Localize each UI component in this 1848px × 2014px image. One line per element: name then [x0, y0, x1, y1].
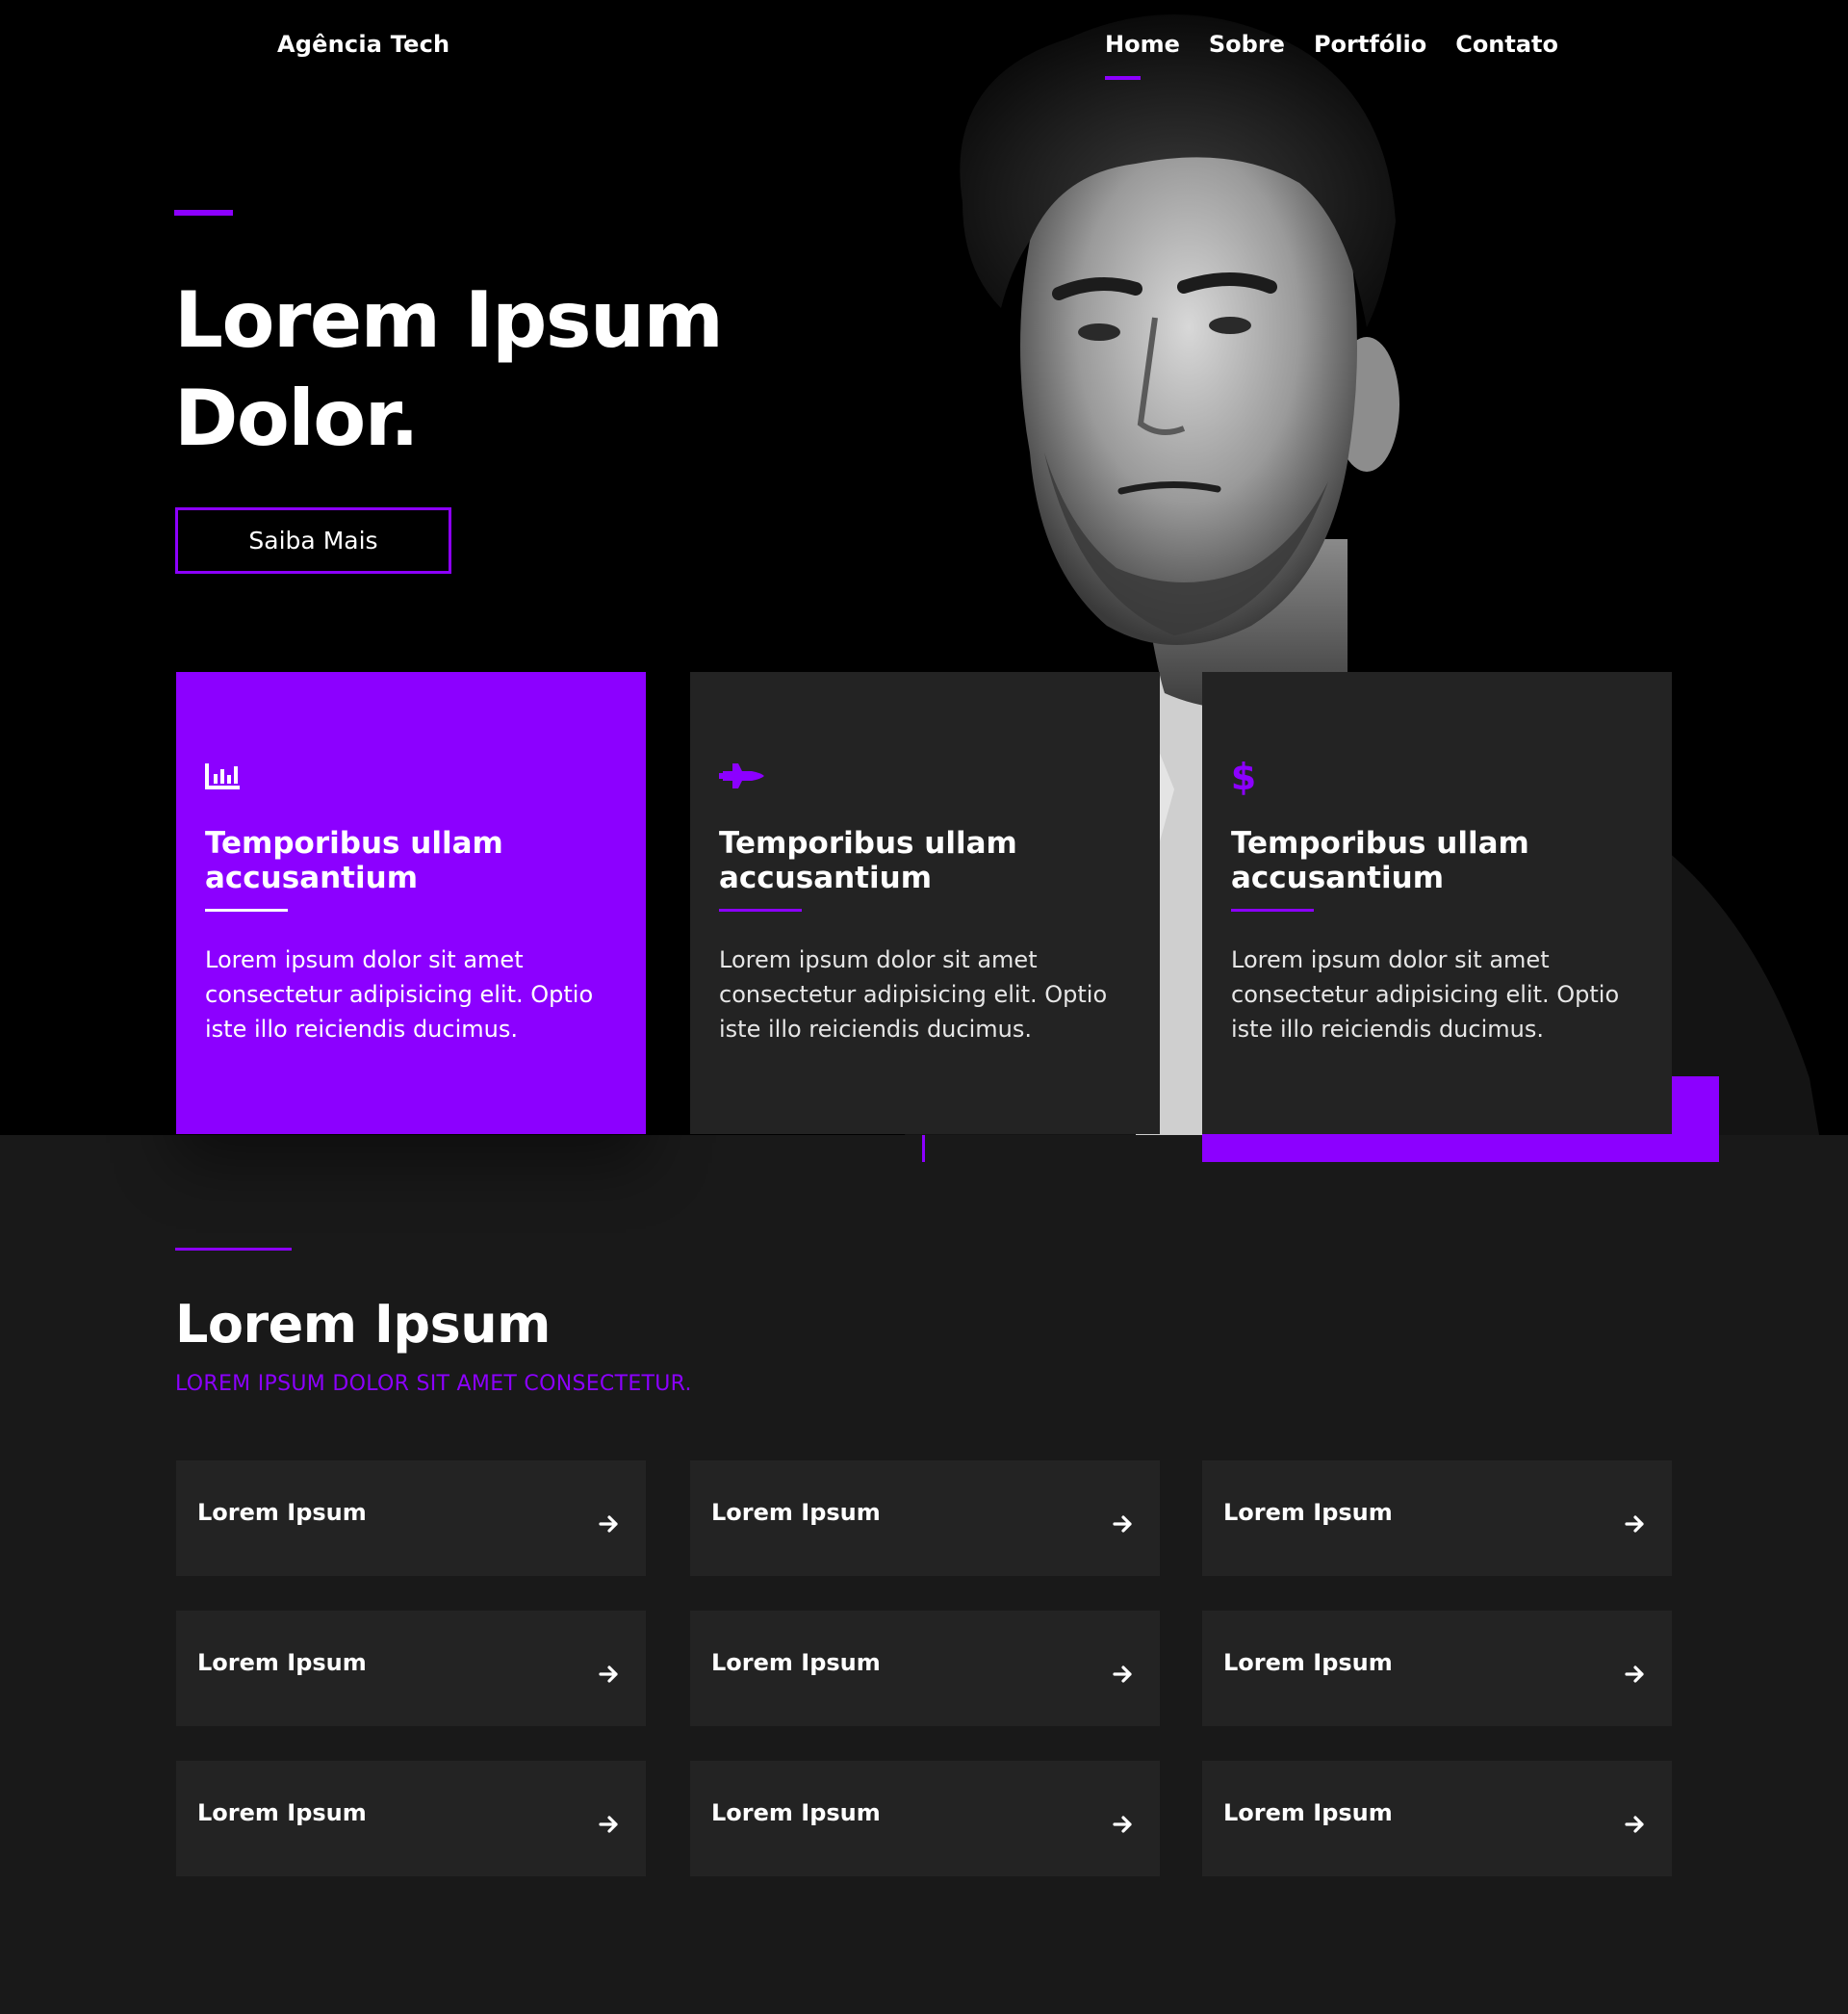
- feature-text: Lorem ipsum dolor sit amet consectetur a…: [719, 946, 1108, 1043]
- arrow-right-icon: [1113, 1816, 1132, 1833]
- link-tile-label: Lorem Ipsum: [711, 1649, 881, 1676]
- nav-home[interactable]: Home: [1105, 31, 1180, 80]
- arrow-right-icon: [599, 1816, 618, 1833]
- section-title: Lorem Ipsum: [175, 1294, 551, 1355]
- link-tile[interactable]: Lorem Ipsum: [690, 1761, 1160, 1876]
- arrow-right-icon: [599, 1665, 618, 1683]
- section-accent-bar: [175, 1248, 292, 1251]
- link-tile-label: Lorem Ipsum: [1223, 1799, 1393, 1826]
- feature-card-3[interactable]: $ Temporibus ullam accusantium Lorem ips…: [1202, 672, 1672, 1134]
- arrow-right-icon: [1625, 1515, 1644, 1533]
- brand-logo[interactable]: Agência Tech: [277, 31, 449, 58]
- decorative-accent-line: [922, 1135, 925, 1162]
- feature-text: Lorem ipsum dolor sit amet consectetur a…: [1231, 946, 1620, 1043]
- link-tile-label: Lorem Ipsum: [1223, 1649, 1393, 1676]
- hero-title: Lorem Ipsum Dolor.: [174, 271, 848, 468]
- link-tile[interactable]: Lorem Ipsum: [176, 1761, 646, 1876]
- link-tile[interactable]: Lorem Ipsum: [176, 1460, 646, 1576]
- feature-card-2[interactable]: Temporibus ullam accusantium Lorem ipsum…: [690, 672, 1160, 1134]
- saiba-mais-button[interactable]: Saiba Mais: [175, 507, 451, 574]
- feature-title-underline: [1231, 909, 1314, 912]
- link-tile-label: Lorem Ipsum: [197, 1799, 367, 1826]
- bar-chart-icon: [205, 757, 617, 795]
- link-tile-label: Lorem Ipsum: [711, 1799, 881, 1826]
- space-shuttle-icon: [719, 757, 1131, 795]
- feature-text: Lorem ipsum dolor sit amet consectetur a…: [205, 946, 594, 1043]
- dollar-icon: $: [1231, 756, 1643, 796]
- feature-title: Temporibus ullam accusantium: [719, 826, 1017, 895]
- arrow-right-icon: [1625, 1816, 1644, 1833]
- feature-card-1[interactable]: Temporibus ullam accusantium Lorem ipsum…: [176, 672, 646, 1134]
- link-tile-label: Lorem Ipsum: [1223, 1499, 1393, 1526]
- link-tile[interactable]: Lorem Ipsum: [1202, 1611, 1672, 1726]
- feature-title-underline: [719, 909, 802, 912]
- hero-title-line-2: Dolor.: [174, 374, 420, 463]
- link-tile[interactable]: Lorem Ipsum: [176, 1611, 646, 1726]
- section-subtitle: LOREM IPSUM DOLOR SIT AMET CONSECTETUR.: [175, 1372, 692, 1396]
- link-tile[interactable]: Lorem Ipsum: [1202, 1460, 1672, 1576]
- svg-text:$: $: [1231, 756, 1256, 796]
- nav-sobre[interactable]: Sobre: [1209, 31, 1285, 58]
- feature-title-underline: [205, 909, 288, 912]
- link-tile-label: Lorem Ipsum: [197, 1499, 367, 1526]
- nav-contato[interactable]: Contato: [1455, 31, 1558, 58]
- arrow-right-icon: [1113, 1515, 1132, 1533]
- link-tile[interactable]: Lorem Ipsum: [690, 1611, 1160, 1726]
- nav-portfolio[interactable]: Portfólio: [1314, 31, 1426, 58]
- link-tile-label: Lorem Ipsum: [711, 1499, 881, 1526]
- link-tile-label: Lorem Ipsum: [197, 1649, 367, 1676]
- hero-title-line-1: Lorem Ipsum: [174, 275, 724, 365]
- feature-title: Temporibus ullam accusantium: [205, 826, 503, 895]
- hero-accent-bar: [174, 210, 233, 216]
- link-tile[interactable]: Lorem Ipsum: [1202, 1761, 1672, 1876]
- main-nav: Home Sobre Portfólio Contato: [1105, 31, 1558, 80]
- arrow-right-icon: [599, 1515, 618, 1533]
- link-tile[interactable]: Lorem Ipsum: [690, 1460, 1160, 1576]
- arrow-right-icon: [1113, 1665, 1132, 1683]
- feature-title: Temporibus ullam accusantium: [1231, 826, 1529, 895]
- arrow-right-icon: [1625, 1665, 1644, 1683]
